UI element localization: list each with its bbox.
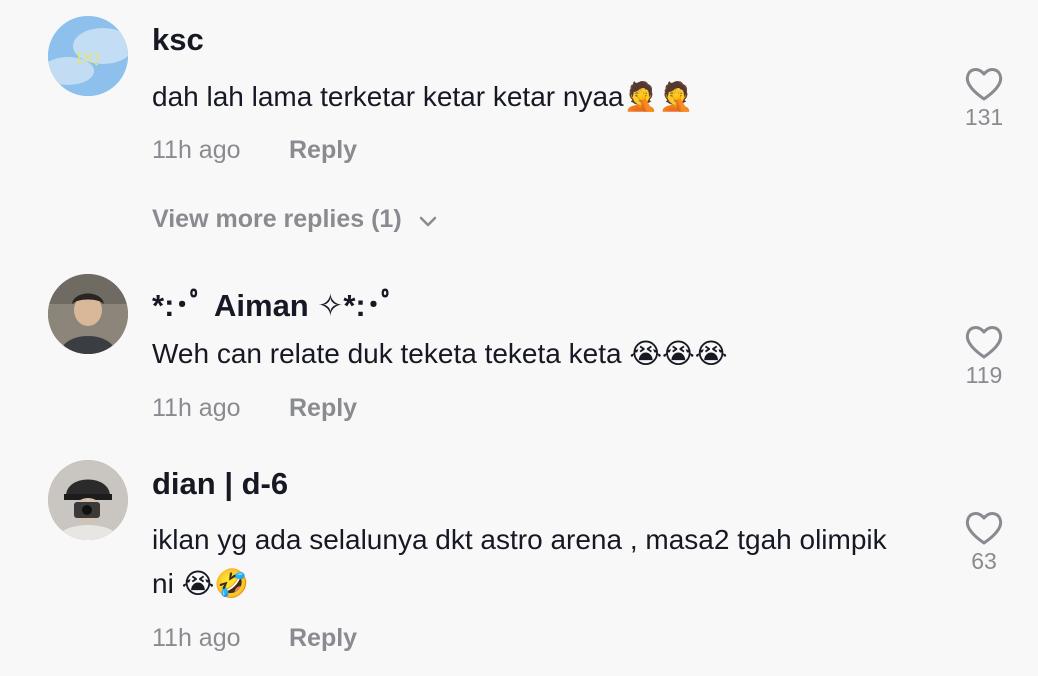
- avatar[interactable]: DQ: [48, 16, 128, 96]
- avatar-image: DQ: [48, 16, 128, 96]
- view-more-replies-label: View more replies (1): [152, 205, 402, 233]
- reply-button[interactable]: Reply: [289, 624, 357, 653]
- reply-button[interactable]: Reply: [289, 136, 357, 165]
- like-count: 63: [971, 548, 997, 574]
- avatar[interactable]: [48, 274, 128, 354]
- chevron-down-icon: [419, 206, 437, 235]
- heart-icon: [965, 326, 1003, 359]
- like-count: 131: [964, 104, 1004, 130]
- username[interactable]: ksc: [152, 22, 204, 58]
- like-button[interactable]: 119: [960, 324, 1008, 389]
- view-more-replies-button[interactable]: View more replies (1): [152, 205, 437, 235]
- heart-icon: [965, 512, 1003, 545]
- svg-text:DQ: DQ: [76, 49, 100, 67]
- comment-time: 11h ago: [152, 136, 241, 164]
- comment-text: Weh can relate duk teketa teketa keta 😭😭…: [152, 338, 728, 369]
- avatar[interactable]: [48, 460, 128, 540]
- comment-text: dah lah lama terketar ketar ketar nyaa🤦🤦: [152, 81, 694, 112]
- username[interactable]: *:･ﾟ Aiman ✧*:･ﾟ: [152, 280, 397, 325]
- username[interactable]: dian | d-6: [152, 466, 288, 502]
- avatar-image: [48, 274, 128, 354]
- comment-time: 11h ago: [152, 394, 241, 422]
- avatar-image: [48, 460, 128, 540]
- like-button[interactable]: 131: [960, 66, 1008, 131]
- comment-item: DQ ksc dah lah lama terketar ketar ketar…: [0, 0, 1038, 180]
- heart-icon: [965, 68, 1003, 101]
- comment-text: iklan yg ada selalunya dkt astro arena ,…: [152, 524, 887, 599]
- like-button[interactable]: 63: [960, 510, 1008, 575]
- reply-button[interactable]: Reply: [289, 394, 357, 423]
- like-count: 119: [965, 362, 1003, 388]
- comment-time: 11h ago: [152, 624, 241, 652]
